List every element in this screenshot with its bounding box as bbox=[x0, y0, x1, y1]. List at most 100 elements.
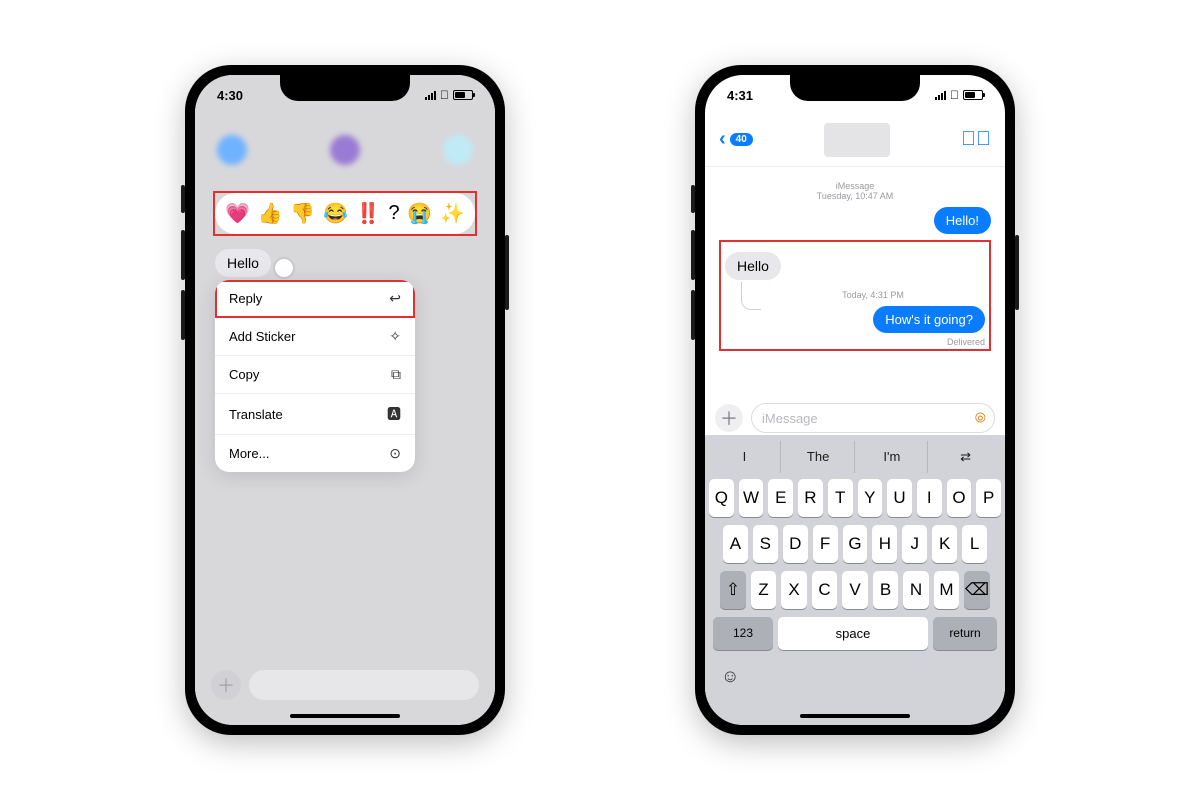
menu-more-label: More... bbox=[229, 446, 269, 461]
timestamp-label: iMessage Tuesday, 10:47 AM bbox=[719, 181, 991, 201]
context-menu: Reply Add Sticker Copy Translate More... bbox=[215, 280, 415, 472]
volume-button bbox=[691, 185, 695, 213]
tapback-question-icon[interactable]: ? bbox=[388, 202, 399, 225]
unread-badge: 40 bbox=[730, 133, 753, 146]
key-l[interactable]: L bbox=[962, 525, 987, 563]
key-u[interactable]: U bbox=[887, 479, 912, 517]
home-indicator[interactable] bbox=[290, 714, 400, 718]
suggestion-bar: I The I'm ⇄ bbox=[709, 441, 1001, 473]
key-row-3: Z X C V B N M bbox=[709, 571, 1001, 609]
key-e[interactable]: E bbox=[768, 479, 793, 517]
tapback-highlight: 💗 👍 👎 😂 ‼️ ? 😭 ✨ bbox=[213, 191, 477, 236]
key-backspace[interactable] bbox=[964, 571, 990, 609]
key-g[interactable]: G bbox=[843, 525, 868, 563]
key-i[interactable]: I bbox=[917, 479, 942, 517]
key-n[interactable]: N bbox=[903, 571, 929, 609]
tapback-thumbsdown-icon[interactable]: 👎 bbox=[290, 201, 315, 226]
home-indicator[interactable] bbox=[800, 714, 910, 718]
compose-field bbox=[249, 670, 479, 700]
key-return[interactable]: return bbox=[933, 617, 997, 650]
key-y[interactable]: Y bbox=[858, 479, 883, 517]
phone-right: 4:31 􀙇 ‹ 40 ▢⃞ iMessage Tuesday, 10:47 A… bbox=[695, 65, 1015, 735]
key-o[interactable]: O bbox=[947, 479, 972, 517]
key-d[interactable]: D bbox=[783, 525, 808, 563]
menu-copy-label: Copy bbox=[229, 367, 259, 382]
menu-add-sticker[interactable]: Add Sticker bbox=[215, 318, 415, 356]
key-m[interactable]: M bbox=[934, 571, 960, 609]
tapback-thumbsup-icon[interactable]: 👍 bbox=[258, 201, 283, 226]
key-b[interactable]: B bbox=[873, 571, 899, 609]
incoming-message[interactable]: Hello bbox=[725, 252, 781, 280]
message-bubble: Hello bbox=[215, 249, 271, 277]
menu-reply-label: Reply bbox=[229, 291, 262, 306]
cellular-icon bbox=[935, 90, 946, 100]
thread-connector-icon bbox=[741, 282, 761, 310]
menu-reply[interactable]: Reply bbox=[215, 280, 415, 318]
more-icon bbox=[389, 445, 401, 462]
chevron-left-icon: ‹ bbox=[719, 128, 726, 151]
key-shift[interactable] bbox=[720, 571, 746, 609]
key-f[interactable]: F bbox=[813, 525, 838, 563]
key-k[interactable]: K bbox=[932, 525, 957, 563]
key-row-bottom: 123 space return bbox=[709, 617, 1001, 650]
suggestion[interactable]: I bbox=[709, 441, 781, 473]
key-t[interactable]: T bbox=[828, 479, 853, 517]
selected-message[interactable]: Hello bbox=[215, 249, 271, 277]
key-x[interactable]: X bbox=[781, 571, 807, 609]
key-r[interactable]: R bbox=[798, 479, 823, 517]
key-z[interactable]: Z bbox=[751, 571, 777, 609]
menu-copy[interactable]: Copy bbox=[215, 356, 415, 394]
notch bbox=[790, 75, 920, 101]
power-button bbox=[505, 235, 509, 310]
tapback-emoji-icon[interactable]: 😭 bbox=[407, 201, 432, 226]
menu-more[interactable]: More... bbox=[215, 435, 415, 472]
tapback-heart-icon[interactable]: 💗 bbox=[225, 201, 250, 226]
suggestion[interactable]: I'm bbox=[857, 441, 929, 473]
key-q[interactable]: Q bbox=[709, 479, 734, 517]
notch bbox=[280, 75, 410, 101]
dictation-icon[interactable]: ⦾ bbox=[975, 410, 986, 427]
menu-translate-label: Translate bbox=[229, 407, 283, 422]
header-blurred bbox=[195, 123, 495, 177]
contact-avatar[interactable] bbox=[824, 123, 890, 157]
volume-button bbox=[181, 290, 185, 340]
outgoing-message[interactable]: Hello! bbox=[934, 207, 991, 234]
keyboard: I The I'm ⇄ Q W E R T Y U I O P A S D bbox=[705, 435, 1005, 725]
suggestion[interactable]: The bbox=[783, 441, 855, 473]
sticker-icon bbox=[389, 328, 401, 345]
tapback-exclaim-icon[interactable]: ‼️ bbox=[356, 201, 381, 226]
key-v[interactable]: V bbox=[842, 571, 868, 609]
battery-icon bbox=[453, 90, 473, 100]
power-button bbox=[1015, 235, 1019, 310]
key-w[interactable]: W bbox=[739, 479, 764, 517]
emoji-keyboard-icon[interactable]: ☺ bbox=[721, 666, 739, 687]
key-h[interactable]: H bbox=[872, 525, 897, 563]
add-attachment-button[interactable]: ＋ bbox=[715, 404, 743, 432]
key-123[interactable]: 123 bbox=[713, 617, 773, 650]
cellular-icon bbox=[425, 90, 436, 100]
key-space[interactable]: space bbox=[778, 617, 928, 650]
key-c[interactable]: C bbox=[812, 571, 838, 609]
key-a[interactable]: A bbox=[723, 525, 748, 563]
volume-button bbox=[181, 230, 185, 280]
plus-icon: ＋ bbox=[211, 670, 241, 700]
tapback-sparkle-icon[interactable]: ✨ bbox=[440, 201, 465, 226]
outgoing-reply-message[interactable]: How's it going? bbox=[873, 306, 985, 333]
menu-translate[interactable]: Translate bbox=[215, 394, 415, 435]
back-button[interactable]: ‹ 40 bbox=[719, 128, 753, 151]
conversation-body[interactable]: iMessage Tuesday, 10:47 AM Hello! Hello … bbox=[705, 169, 1005, 400]
message-input[interactable]: iMessage ⦾ bbox=[751, 403, 995, 433]
reply-icon bbox=[389, 290, 401, 307]
screen-right: 4:31 􀙇 ‹ 40 ▢⃞ iMessage Tuesday, 10:47 A… bbox=[705, 75, 1005, 725]
bubble-tail-icon bbox=[273, 257, 295, 279]
volume-button bbox=[691, 290, 695, 340]
key-p[interactable]: P bbox=[976, 479, 1001, 517]
tapback-haha-icon[interactable]: 😂 bbox=[323, 201, 348, 226]
key-s[interactable]: S bbox=[753, 525, 778, 563]
battery-icon bbox=[963, 90, 983, 100]
screen-left: 4:30 􀙇 💗 👍 👎 😂 ‼️ ? 😭 ✨ bbox=[195, 75, 495, 725]
suggestion[interactable]: ⇄ bbox=[930, 441, 1001, 473]
key-j[interactable]: J bbox=[902, 525, 927, 563]
status-time: 4:30 bbox=[217, 88, 243, 103]
facetime-icon[interactable]: ▢⃞ bbox=[961, 128, 991, 151]
